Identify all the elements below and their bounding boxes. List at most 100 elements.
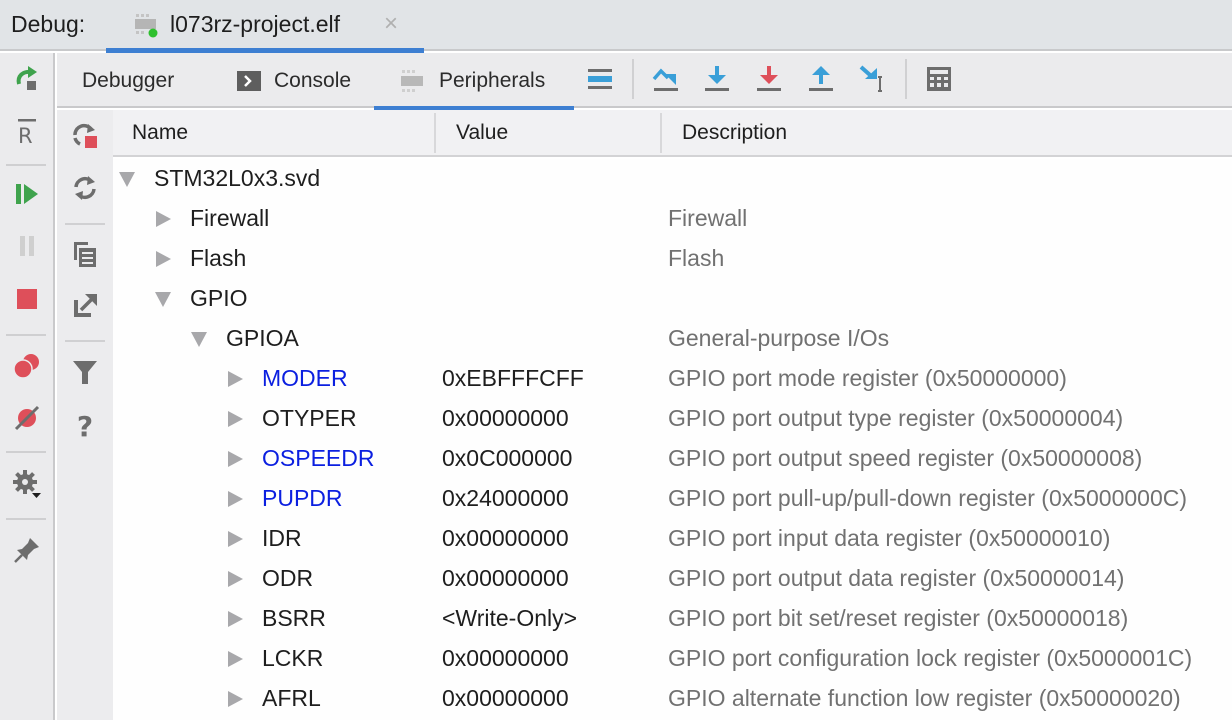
view-breakpoints-button[interactable] <box>8 349 46 387</box>
tree-row[interactable]: GPIO <box>113 279 1232 319</box>
resume-icon <box>14 181 40 212</box>
debug-session-tab[interactable]: l073rz-project.elf × <box>106 0 424 53</box>
row-value[interactable]: <Write-Only> <box>442 605 577 632</box>
debug-label: Debug: <box>11 11 86 37</box>
row-description: Flash <box>668 245 725 271</box>
expand-arrow-icon[interactable] <box>228 451 243 467</box>
row-name: PUPDR <box>262 485 343 511</box>
svg-text:R: R <box>18 124 33 146</box>
collapse-arrow-icon[interactable] <box>119 172 135 187</box>
show-execution-point-button[interactable] <box>580 61 620 101</box>
tab-console[interactable]: Console <box>237 53 351 108</box>
rerun-button[interactable] <box>8 61 46 99</box>
run-to-cursor-button[interactable] <box>853 61 893 101</box>
collapse-arrow-icon[interactable] <box>155 292 171 307</box>
tree-row[interactable]: OSPEEDR 0x0C000000 GPIO port output speed … <box>113 439 1232 479</box>
stop-button[interactable] <box>8 282 46 320</box>
tree-row[interactable]: ODR 0x00000000 GPIO port output data regis… <box>113 559 1232 599</box>
chip-icon <box>401 69 425 93</box>
expand-arrow-icon[interactable] <box>228 411 243 427</box>
export-button[interactable] <box>65 288 105 328</box>
refresh-button[interactable] <box>65 170 105 210</box>
breakpoints-icon <box>13 352 41 385</box>
tree-row[interactable]: BSRR <Write-Only> GPIO port bit set/reset … <box>113 599 1232 639</box>
copy-button[interactable] <box>65 236 105 276</box>
row-description: GPIO port output data register (0x500000… <box>668 565 1125 591</box>
resume-button[interactable] <box>8 177 46 215</box>
refresh-icon <box>71 174 99 207</box>
step-out-button[interactable] <box>801 61 841 101</box>
step-over-button[interactable] <box>645 61 685 101</box>
tab-debugger[interactable]: Debugger <box>82 53 174 108</box>
expand-arrow-icon[interactable] <box>228 691 243 707</box>
column-header-name[interactable]: Name <box>132 110 188 155</box>
tree-row[interactable]: LCKR 0x00000000 GPIO port configuration lo… <box>113 639 1232 679</box>
filter-button[interactable] <box>65 354 105 394</box>
expand-arrow-icon[interactable] <box>228 571 243 587</box>
row-value[interactable]: 0xEBFFFCFF <box>442 365 584 392</box>
row-description: GPIO port output speed register (0x50000… <box>668 445 1143 471</box>
row-name: Flash <box>190 245 247 271</box>
row-value[interactable]: 0x00000000 <box>442 645 569 672</box>
tree-row[interactable]: MODER 0xEBFFFCFF GPIO port mode register (… <box>113 359 1232 399</box>
tree-row[interactable]: PUPDR 0x24000000 GPIO port pull-up/pull-do… <box>113 479 1232 519</box>
help-button[interactable]: ? <box>65 406 105 446</box>
run-to-cursor-icon <box>858 64 888 99</box>
column-resize-handle[interactable] <box>660 113 662 153</box>
close-icon[interactable]: × <box>384 10 398 38</box>
gear-icon <box>12 469 42 504</box>
force-step-into-button[interactable] <box>749 61 789 101</box>
help-icon: ? <box>76 409 94 443</box>
pause-button[interactable] <box>8 229 46 267</box>
tree-row[interactable]: OTYPER 0x00000000 GPIO port output type re… <box>113 399 1232 439</box>
row-value[interactable]: 0x00000000 <box>442 525 569 552</box>
row-name: STM32L0x3.svd <box>154 165 321 191</box>
step-into-button[interactable] <box>697 61 737 101</box>
row-name: LCKR <box>262 645 324 671</box>
expand-arrow-icon[interactable] <box>228 491 243 507</box>
expand-arrow-icon[interactable] <box>156 251 171 267</box>
refresh-stop-button[interactable] <box>65 118 105 158</box>
expand-arrow-icon[interactable] <box>156 211 171 227</box>
pin-tab-button[interactable] <box>8 533 46 571</box>
step-out-icon <box>807 65 835 98</box>
tree-row[interactable]: Flash Flash <box>113 239 1232 279</box>
row-value[interactable]: 0x00000000 <box>442 565 569 592</box>
tab-peripherals[interactable]: Peripherals <box>374 53 574 110</box>
tree-row[interactable]: GPIOA General-purpose I/Os <box>113 319 1232 359</box>
tree-row[interactable]: AFRL 0x00000000 GPIO alternate function lo… <box>113 679 1232 719</box>
row-description: GPIO port output type register (0x500000… <box>668 405 1124 431</box>
session-name: l073rz-project.elf <box>170 11 341 37</box>
column-resize-handle[interactable] <box>434 113 436 153</box>
tree-row[interactable]: STM32L0x3.svd <box>113 159 1232 199</box>
chip-running-icon <box>134 12 160 38</box>
row-value[interactable]: 0x0C000000 <box>442 445 572 472</box>
row-value[interactable]: 0x24000000 <box>442 485 569 512</box>
toolbar-separator <box>65 223 105 225</box>
tree-row[interactable]: Firewall Firewall <box>113 199 1232 239</box>
tree-row[interactable]: IDR 0x00000000 GPIO port input data regist… <box>113 519 1232 559</box>
row-name: GPIO <box>190 285 248 311</box>
expand-arrow-icon[interactable] <box>228 531 243 547</box>
column-header-value[interactable]: Value <box>456 110 508 155</box>
restore-layout-button[interactable]: R <box>8 115 46 153</box>
mute-breakpoints-button[interactable] <box>8 401 46 439</box>
row-name: AFRL <box>262 685 321 711</box>
row-description: GPIO alternate function low register (0x… <box>668 685 1181 711</box>
column-header-description[interactable]: Description <box>682 110 787 155</box>
collapse-arrow-icon[interactable] <box>191 332 207 347</box>
evaluate-expression-button[interactable] <box>919 61 959 101</box>
row-value[interactable]: 0x00000000 <box>442 685 569 712</box>
row-name: GPIOA <box>226 325 299 351</box>
expand-arrow-icon[interactable] <box>228 371 243 387</box>
settings-button[interactable] <box>8 467 46 505</box>
row-value[interactable]: 0x00000000 <box>442 405 569 432</box>
expand-arrow-icon[interactable] <box>228 611 243 627</box>
expand-arrow-icon[interactable] <box>228 651 243 667</box>
column-label: Description <box>682 120 788 144</box>
tab-label: Peripherals <box>439 68 546 92</box>
row-name: MODER <box>262 365 348 391</box>
row-name: ODR <box>262 565 314 591</box>
toolbar-separator <box>65 340 105 342</box>
toolbar-separator <box>6 518 46 520</box>
